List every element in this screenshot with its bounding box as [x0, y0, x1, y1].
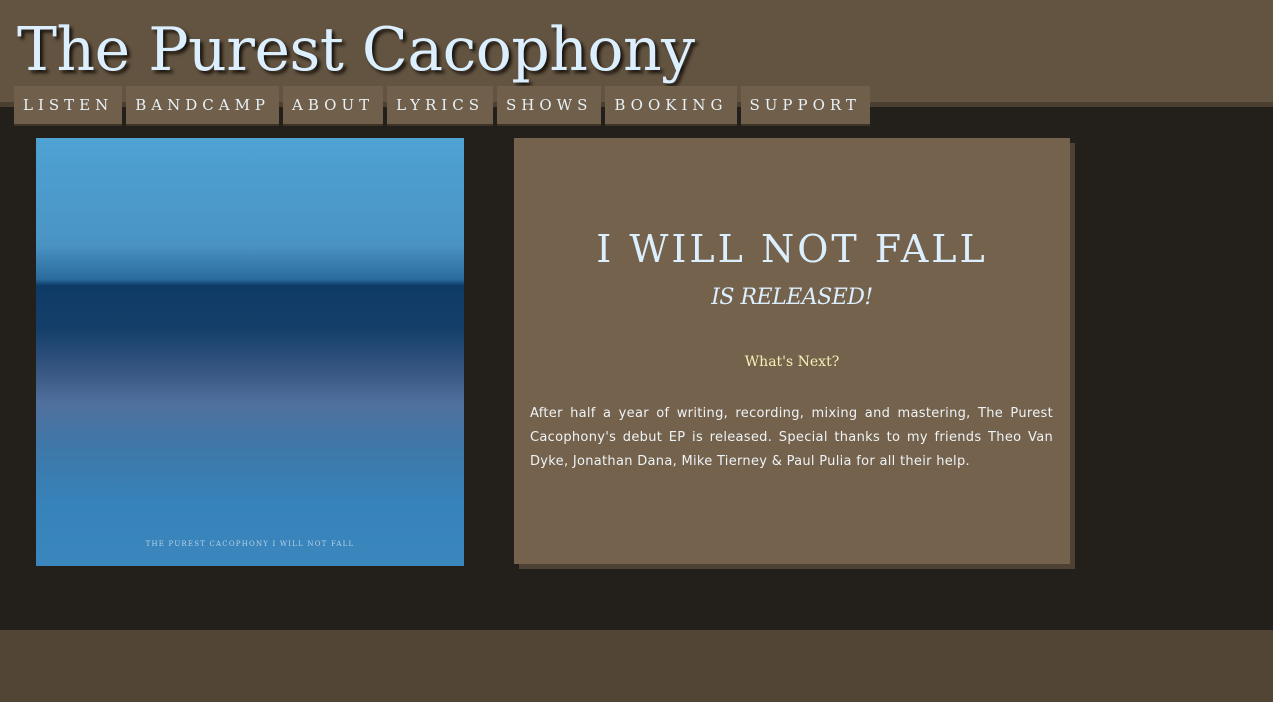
- nav-item-about[interactable]: ABOUT: [283, 86, 384, 126]
- site-footer: [0, 630, 1273, 702]
- nav-item-lyrics[interactable]: LYRICS: [387, 86, 493, 126]
- whats-next-heading: What's Next?: [744, 354, 840, 370]
- site-title[interactable]: The Purest Cacophony: [17, 10, 695, 90]
- news-title: I WILL NOT FALL: [596, 227, 988, 271]
- album-cover-image[interactable]: THE PUREST CACOPHONY I WILL NOT FALL: [36, 138, 464, 566]
- nav-item-shows[interactable]: SHOWS: [497, 86, 602, 126]
- album-cover-caption: THE PUREST CACOPHONY I WILL NOT FALL: [145, 540, 355, 548]
- nav-item-support[interactable]: SUPPORT: [740, 86, 870, 126]
- news-body-text: After half a year of writing, recording,…: [530, 406, 1053, 469]
- page: The Purest Cacophony LISTEN BANDCAMP ABO…: [0, 0, 1273, 702]
- news-subtitle: IS RELEASED!: [711, 285, 873, 310]
- news-card: I WILL NOT FALL IS RELEASED! What's Next…: [514, 138, 1070, 564]
- nav-item-listen[interactable]: LISTEN: [14, 86, 123, 126]
- nav-item-bandcamp[interactable]: BANDCAMP: [126, 86, 280, 126]
- nav-item-booking[interactable]: BOOKING: [605, 86, 737, 126]
- main-nav: LISTEN BANDCAMP ABOUT LYRICS SHOWS BOOKI…: [14, 86, 870, 126]
